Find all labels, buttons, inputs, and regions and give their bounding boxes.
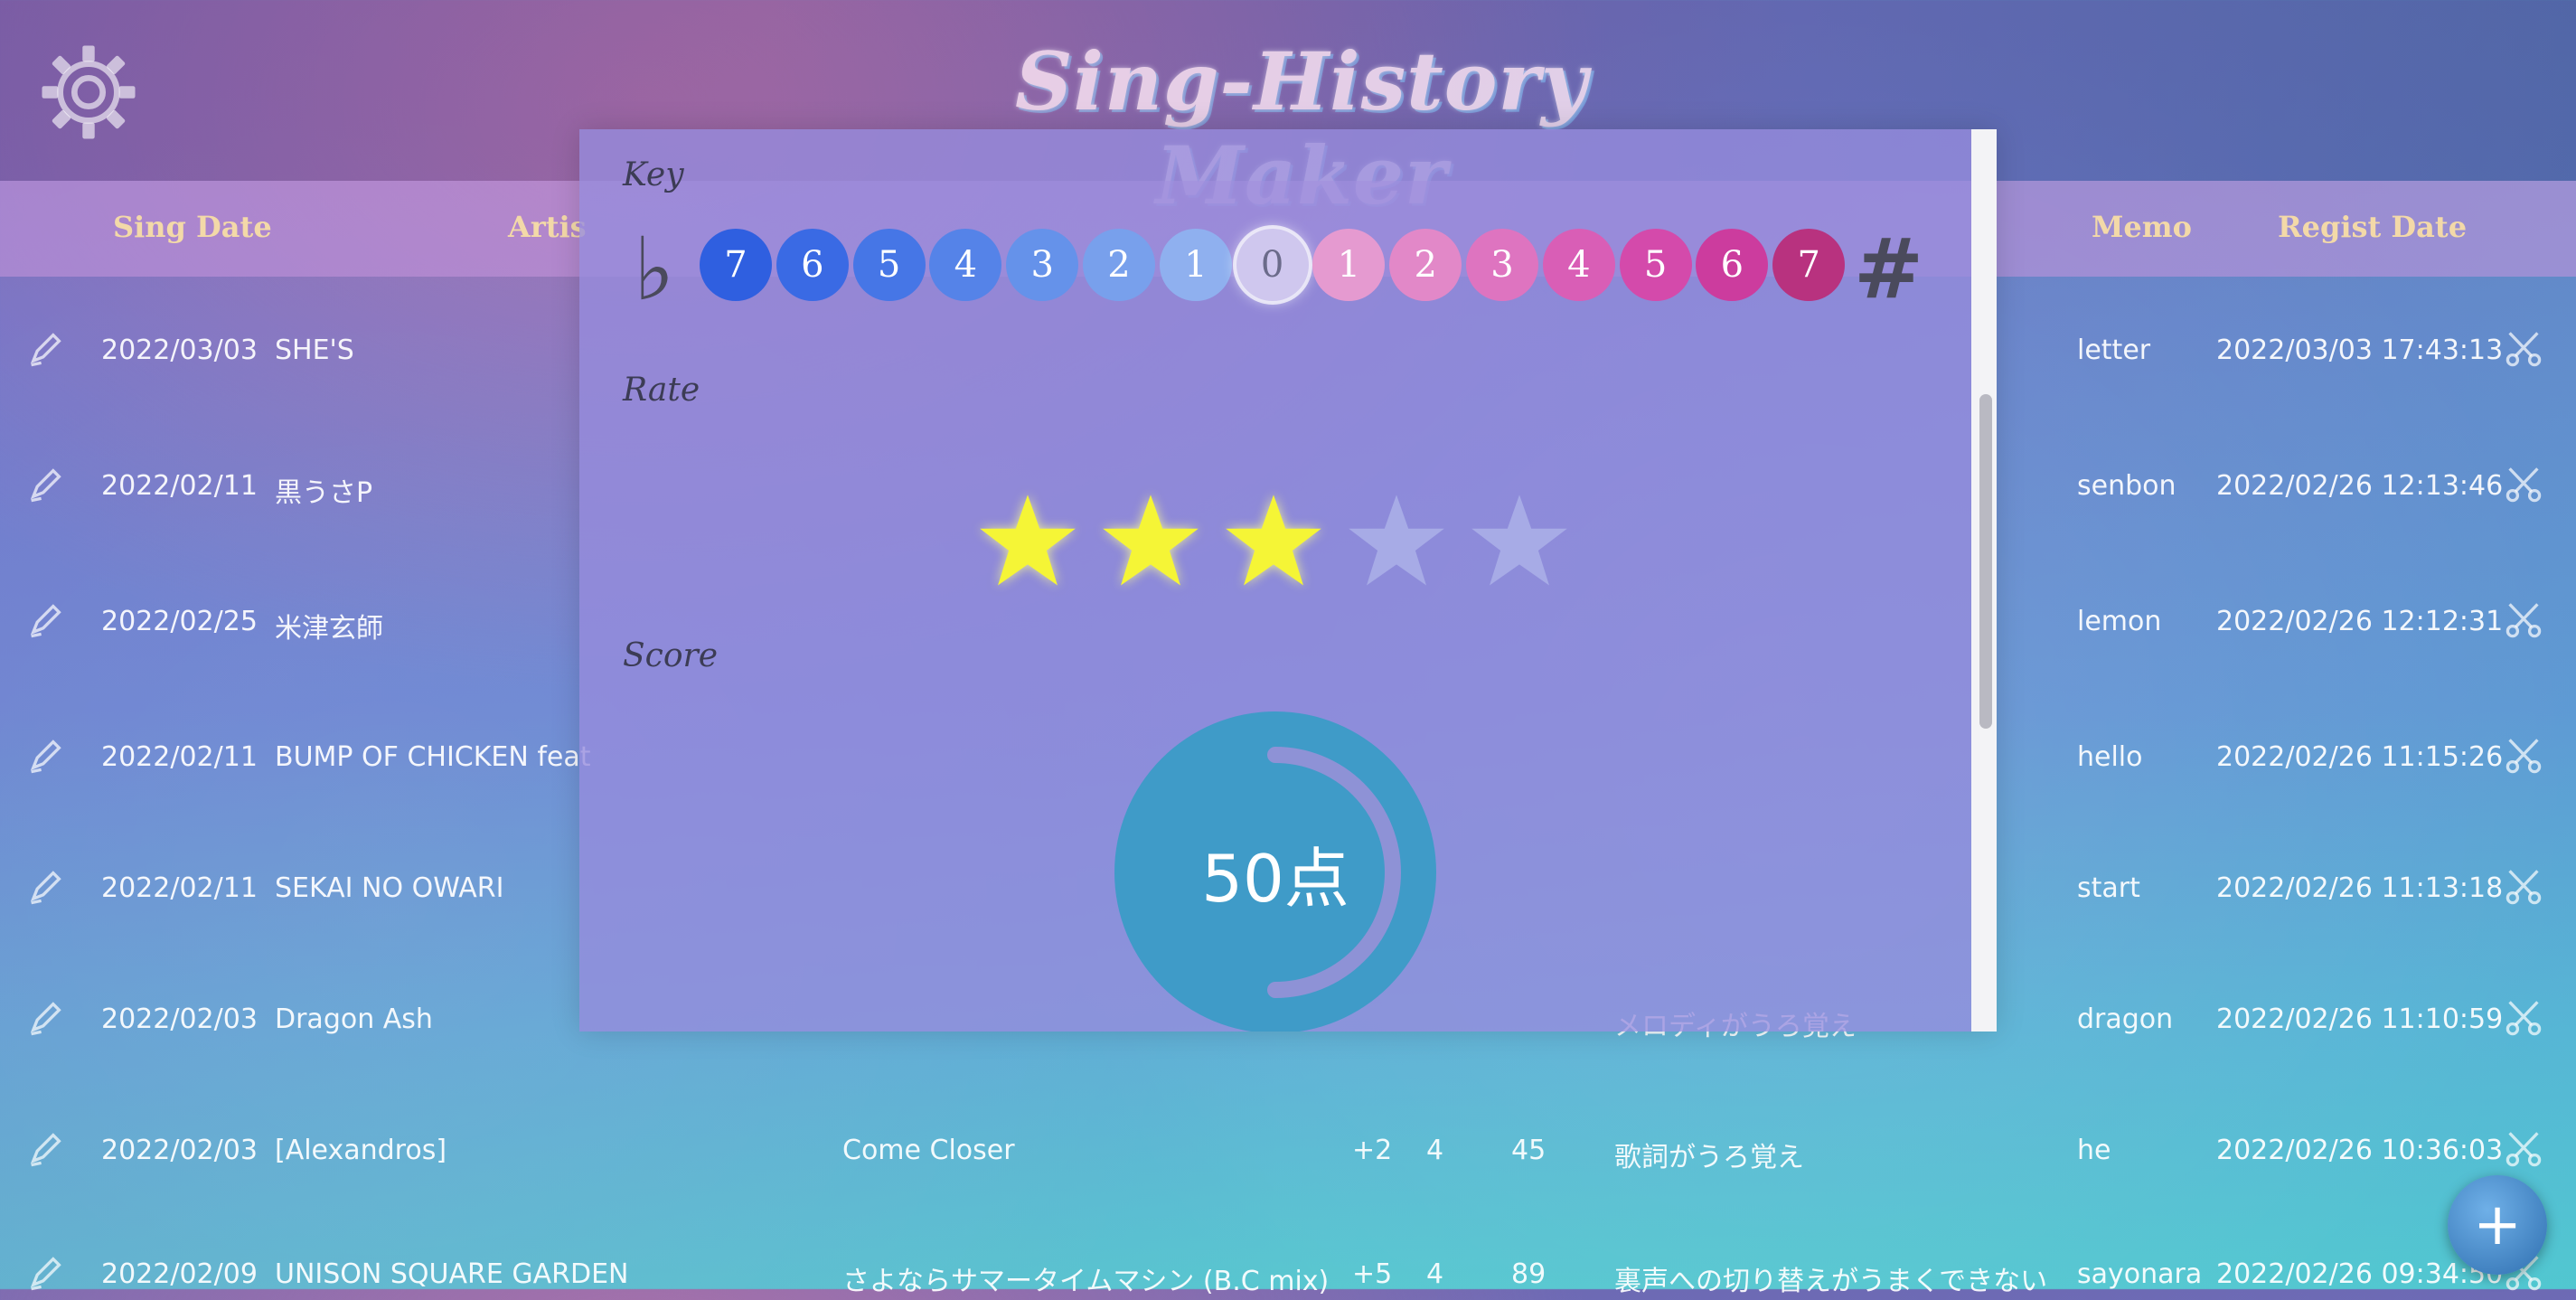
score-value: 50点 <box>1201 841 1349 917</box>
cell-memo: sayonara <box>2077 1258 2203 1290</box>
cell-artist: Dragon Ash <box>275 1003 433 1035</box>
cell-memo: he <box>2077 1135 2111 1166</box>
key-option[interactable]: 3 <box>1466 229 1538 301</box>
cell-artist: [Alexandros] <box>275 1135 447 1166</box>
cell-regist-date: 2022/02/26 11:15:26 <box>2216 741 2504 773</box>
cell-artist: SEKAI NO OWARI <box>275 872 504 904</box>
cell-sing-date: 2022/02/25 <box>101 606 258 637</box>
cell-memo: letter <box>2077 334 2151 366</box>
cell-song: さよならサマータイムマシン (B.C mix) <box>842 1266 1330 1297</box>
table-row[interactable]: 2022/02/09 UNISON SQUARE GARDEN さよならサマータイム… <box>0 1256 2576 1297</box>
edit-pencil-icon[interactable] <box>25 867 65 907</box>
column-header-regist-date[interactable]: Regist Date <box>2278 210 2467 244</box>
column-header-sing-date[interactable]: Sing Date <box>113 210 272 244</box>
delete-scissors-icon[interactable] <box>2504 1129 2543 1169</box>
cell-memo: dragon <box>2077 1003 2174 1035</box>
cell-song: Come Closer <box>842 1135 1015 1166</box>
cell-rate: 4 <box>1426 1258 1444 1290</box>
modal-scrollbar[interactable] <box>1971 129 1997 1032</box>
key-option[interactable]: 1 <box>1312 229 1386 301</box>
edit-modal: Key ♭ 765432101234567 # Rate Score 50点 <box>579 129 1997 1032</box>
cell-rate: 4 <box>1426 1135 1444 1166</box>
cell-score: 45 <box>1511 1135 1547 1166</box>
key-label: Key <box>623 156 684 193</box>
key-option[interactable]: 7 <box>1772 229 1846 301</box>
cell-sing-date: 2022/02/11 <box>101 470 258 502</box>
cell-memo: hello <box>2077 741 2143 773</box>
cell-artist: SHE'S <box>275 334 354 366</box>
edit-pencil-icon[interactable] <box>25 600 65 640</box>
key-option[interactable]: 6 <box>1696 229 1769 301</box>
cell-sing-date: 2022/02/03 <box>101 1135 258 1166</box>
cell-regist-date: 2022/02/26 09:34:50 <box>2216 1258 2504 1290</box>
cell-comment: 裏声への切り替えがうまくできない <box>1614 1266 2048 1297</box>
key-option[interactable]: 5 <box>1619 229 1692 301</box>
cell-comment: 歌詞がうろ覚え <box>1614 1142 1804 1173</box>
delete-scissors-icon[interactable] <box>2504 329 2543 369</box>
star-filled-icon[interactable] <box>1224 491 1323 590</box>
column-header-memo[interactable]: Memo <box>2092 210 2192 244</box>
gear-icon[interactable] <box>38 42 139 143</box>
cell-key: +5 <box>1352 1258 1393 1290</box>
cell-artist: BUMP OF CHICKEN feat <box>275 741 591 773</box>
cell-regist-date: 2022/02/26 11:10:59 <box>2216 1003 2504 1035</box>
rate-label: Rate <box>623 372 700 409</box>
cell-sing-date: 2022/02/11 <box>101 872 258 904</box>
key-option[interactable]: 3 <box>1006 229 1079 301</box>
cell-sing-date: 2022/02/03 <box>101 1003 258 1035</box>
score-label: Score <box>623 637 719 674</box>
delete-scissors-icon[interactable] <box>2504 465 2543 504</box>
cell-memo: lemon <box>2077 606 2162 637</box>
cell-score: 89 <box>1511 1258 1547 1290</box>
key-option[interactable]: 4 <box>1542 229 1615 301</box>
key-option[interactable]: 6 <box>776 229 849 301</box>
cell-sing-date: 2022/03/03 <box>101 334 258 366</box>
edit-pencil-icon[interactable] <box>25 1129 65 1169</box>
edit-pencil-icon[interactable] <box>25 736 65 776</box>
key-option[interactable]: 2 <box>1083 229 1155 301</box>
key-option[interactable]: 7 <box>700 229 772 301</box>
delete-scissors-icon[interactable] <box>2504 600 2543 640</box>
cell-memo: senbon <box>2077 470 2176 502</box>
modal-scrollbar-thumb[interactable] <box>1979 394 1992 729</box>
cell-regist-date: 2022/03/03 17:43:13 <box>2216 334 2504 366</box>
cell-key: +2 <box>1352 1135 1393 1166</box>
key-option[interactable]: 0 <box>1236 229 1309 301</box>
key-option[interactable]: 2 <box>1389 229 1462 301</box>
sharp-icon: # <box>1854 220 1924 317</box>
star-empty-icon[interactable] <box>1470 491 1569 590</box>
delete-scissors-icon[interactable] <box>2504 867 2543 907</box>
cell-regist-date: 2022/02/26 12:12:31 <box>2216 606 2504 637</box>
cell-sing-date: 2022/02/09 <box>101 1258 258 1290</box>
cell-sing-date: 2022/02/11 <box>101 741 258 773</box>
cell-artist: 米津玄師 <box>275 613 383 645</box>
column-header-artist[interactable]: Artis <box>508 210 587 244</box>
edit-pencil-icon[interactable] <box>25 1253 65 1293</box>
star-filled-icon[interactable] <box>978 491 1077 590</box>
cell-artist: 黒うさP <box>275 477 373 509</box>
edit-pencil-icon[interactable] <box>25 329 65 369</box>
flat-icon: ♭ <box>634 218 675 320</box>
cell-regist-date: 2022/02/26 10:36:03 <box>2216 1135 2504 1166</box>
edit-pencil-icon[interactable] <box>25 465 65 504</box>
key-option[interactable]: 1 <box>1159 229 1232 301</box>
cell-memo: start <box>2077 872 2140 904</box>
delete-scissors-icon[interactable] <box>2504 736 2543 776</box>
cell-regist-date: 2022/02/26 12:13:46 <box>2216 470 2504 502</box>
key-option[interactable]: 4 <box>929 229 1002 301</box>
delete-scissors-icon[interactable] <box>2504 998 2543 1038</box>
table-row[interactable]: 2022/02/03 [Alexandros] Come Closer +2 4 45 歌詞… <box>0 1132 2576 1173</box>
key-option[interactable]: 5 <box>852 229 926 301</box>
cell-artist: UNISON SQUARE GARDEN <box>275 1258 629 1290</box>
edit-pencil-icon[interactable] <box>25 998 65 1038</box>
cell-regist-date: 2022/02/26 11:13:18 <box>2216 872 2504 904</box>
star-empty-icon[interactable] <box>1347 491 1446 590</box>
star-filled-icon[interactable] <box>1101 491 1200 590</box>
add-button[interactable]: + <box>2448 1175 2547 1275</box>
